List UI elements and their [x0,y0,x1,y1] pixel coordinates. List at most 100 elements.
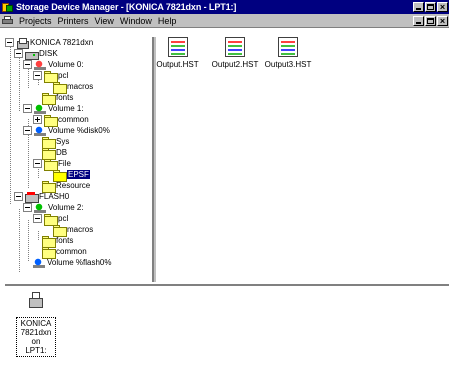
hst-file-icon [225,37,245,57]
close-icon: × [439,16,446,26]
volume-icon [34,202,46,213]
open-folder-icon [53,169,67,182]
menu-bar: Projects Printers View Window Help × [0,14,449,28]
folder-icon [44,213,58,226]
folder-icon [42,136,56,149]
printer-icon[interactable] [28,292,44,310]
collapse-toggle[interactable] [33,159,42,168]
tree-node-disk[interactable]: DISK [14,48,58,60]
tree-node-pcl[interactable]: pcl [33,70,68,83]
expand-toggle[interactable] [33,115,42,124]
tree-node-fonts-2[interactable]: fonts [42,235,73,248]
tree-node-db[interactable]: DB [42,147,67,160]
collapse-toggle[interactable] [33,71,42,80]
child-window-icon[interactable] [2,15,14,26]
menu-view[interactable]: View [92,16,117,26]
tree-node-macros[interactable]: macros [53,81,94,94]
volume-icon [33,257,45,268]
title-bar[interactable]: Storage Device Manager - [KONICA 7821dxn… [0,0,449,14]
printer-label-line: 7821dxn on [20,328,52,346]
file-name: Output3.HST [264,60,312,69]
maximize-button[interactable] [425,2,436,12]
collapse-toggle[interactable] [23,60,32,69]
menu-printers[interactable]: Printers [55,16,92,26]
collapse-toggle[interactable] [23,104,32,113]
tree-node-volume-disk0[interactable]: Volume %disk0% [23,125,110,136]
volume-icon [34,125,46,136]
folder-icon [53,81,67,94]
folder-icon [42,147,56,160]
folder-icon [44,70,58,83]
collapse-toggle[interactable] [5,38,14,47]
tree-node-label: pcl [58,214,69,223]
printers-pane[interactable]: KONICA 7821dxn on LPT1: [5,284,449,372]
folder-icon [42,180,56,193]
minimize-button[interactable] [413,2,424,12]
tree-node-label: common [56,247,87,256]
tree-node-label: common [58,115,89,124]
tree-node-label: Volume 0: [48,60,84,69]
tree-node-pcl-2[interactable]: pcl [33,213,69,226]
child-minimize-button[interactable] [413,16,424,26]
tree-node-label: fonts [56,93,74,102]
tree-node-epsf[interactable]: EPSF [53,169,90,182]
minimize-icon [416,8,421,10]
tree-node-label: Volume %disk0% [48,126,110,135]
menu-help[interactable]: Help [155,16,180,26]
folder-icon [42,246,56,259]
app-icon[interactable] [2,2,13,13]
folder-icon [44,158,58,171]
folder-icon [53,224,67,237]
tree-node-common-2[interactable]: common [42,246,87,259]
folder-icon [42,92,56,105]
file-item[interactable]: Output.HST [156,37,199,69]
device-tree-pane[interactable]: KONICA 7821dxn DISK Volume 0: pcl macros… [5,37,154,282]
tree-node-label: File [58,159,71,168]
tree-node-macros-2[interactable]: macros [53,224,94,237]
tree-node-label: macros [67,225,94,234]
child-close-button[interactable]: × [437,16,448,26]
close-icon: × [439,2,446,12]
minimize-icon [416,22,421,24]
tree-node-common[interactable]: common [33,114,89,127]
tree-node-label: macros [67,82,94,91]
tree-node-resource[interactable]: Resource [42,180,90,193]
menu-projects[interactable]: Projects [16,16,55,26]
frame-gap [0,29,449,37]
tree-node-file[interactable]: File [33,158,71,171]
tree-node-volume-1[interactable]: Volume 1: [23,103,84,114]
tree-node-volume-0[interactable]: Volume 0: [23,59,84,70]
child-restore-button[interactable] [425,16,436,26]
collapse-toggle[interactable] [23,126,32,135]
file-list-pane[interactable]: Output.HST Output2.HST Output3.HST [156,37,449,282]
disk-icon [25,49,39,60]
volume-icon [34,103,46,114]
tree-node-label: Volume 2: [48,203,84,212]
printer-label[interactable]: KONICA 7821dxn on LPT1: [16,317,56,357]
collapse-toggle[interactable] [14,192,23,201]
restore-icon [427,18,434,24]
child-window-controls: × [413,16,449,26]
file-item[interactable]: Output2.HST [211,37,259,69]
menu-window[interactable]: Window [117,16,155,26]
close-button[interactable]: × [437,2,448,12]
tree-node-volume-2[interactable]: Volume 2: [23,202,84,213]
file-item[interactable]: Output3.HST [264,37,312,69]
tree-node-flash0[interactable]: FLASH0 [14,191,70,203]
tree-node-label: EPSF [67,170,90,179]
collapse-toggle[interactable] [23,203,32,212]
file-name: Output.HST [156,60,199,69]
collapse-toggle[interactable] [14,49,23,58]
maximize-icon [427,4,434,10]
tree-node-label: DISK [39,49,58,58]
tree-node-printer[interactable]: KONICA 7821dxn [5,37,94,49]
tree-node-label: Sys [56,137,70,146]
tree-node-label: FLASH0 [39,192,70,201]
tree-node-sys[interactable]: Sys [42,136,70,149]
tree-node-volume-flash0[interactable]: Volume %flash0% [33,257,111,268]
tree-node-label: KONICA 7821dxn [30,38,94,47]
tree-node-label: Volume 1: [48,104,84,113]
tree-node-fonts[interactable]: fonts [42,92,74,105]
collapse-toggle[interactable] [33,214,42,223]
hst-file-icon [167,37,188,57]
